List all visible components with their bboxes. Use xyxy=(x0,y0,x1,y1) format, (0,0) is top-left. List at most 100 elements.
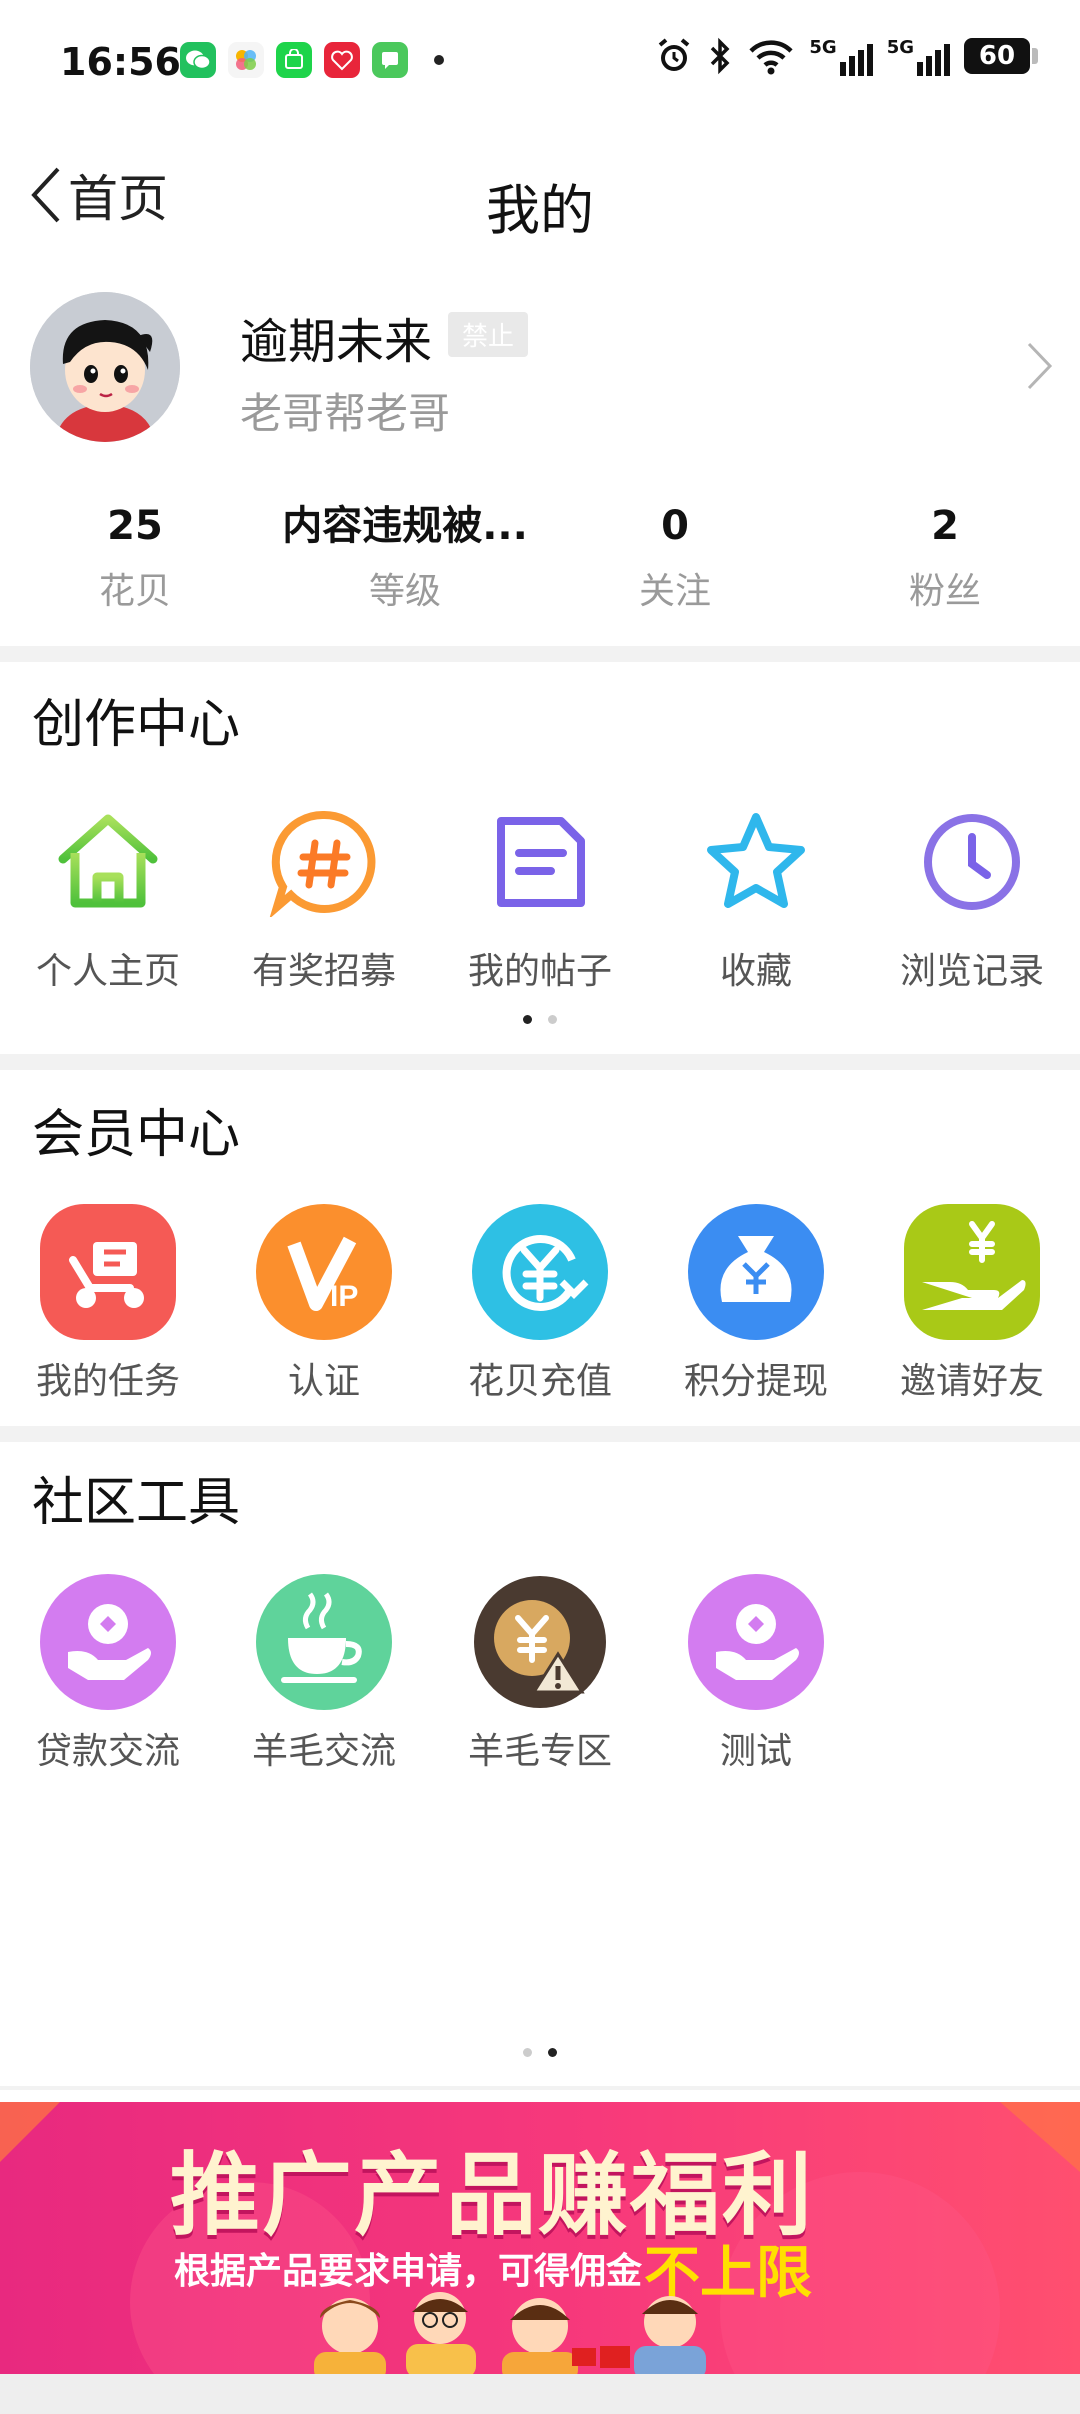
section-title-member: 会员中心 xyxy=(32,1105,241,1165)
stat-value: 25 xyxy=(107,503,163,549)
grid-item-label: 测试 xyxy=(719,1731,792,1772)
grid-item-recharge[interactable]: 花贝充值 xyxy=(432,1202,648,1404)
status-time: 16:56 xyxy=(60,40,181,84)
heart-app-icon xyxy=(324,42,360,78)
yuan-recharge-icon xyxy=(470,1202,610,1342)
yuan-warning-icon xyxy=(470,1572,610,1712)
grid-item-test[interactable]: 测试 xyxy=(648,1572,864,1774)
grid-item-label: 我的帖子 xyxy=(467,951,612,992)
grid-item-label: 浏览记录 xyxy=(899,951,1044,992)
signal-1-icon: 5G xyxy=(809,36,873,76)
wechat-icon xyxy=(180,42,216,78)
section-divider xyxy=(0,646,1080,662)
grid-item-my-posts[interactable]: 我的帖子 xyxy=(432,792,648,994)
grid-item-label: 羊毛专区 xyxy=(467,1731,612,1772)
section-title-community: 社区工具 xyxy=(32,1473,241,1533)
stat-label: 等级 xyxy=(368,571,441,612)
stat-label: 关注 xyxy=(638,571,711,612)
wifi-icon xyxy=(749,40,793,75)
user-signature: 老哥帮老哥 xyxy=(240,389,451,438)
system-indicators: 5G 5G 60 xyxy=(655,36,1038,76)
stat-level[interactable]: 内容违规被... 等级 xyxy=(270,498,540,628)
stat-label: 粉丝 xyxy=(908,571,981,612)
home-icon xyxy=(38,792,178,932)
nav-bar: 首页 我的 xyxy=(0,130,1080,260)
stat-fans[interactable]: 2 粉丝 xyxy=(810,498,1080,628)
coffee-cup-icon xyxy=(254,1572,394,1712)
pager-dot-active xyxy=(523,1015,532,1024)
stat-value: 2 xyxy=(931,503,959,549)
bluetooth-icon xyxy=(711,37,730,75)
hand-yuan-icon xyxy=(902,1202,1042,1342)
notification-icons xyxy=(180,42,444,78)
grid-item-label: 收藏 xyxy=(719,951,792,992)
document-icon xyxy=(470,792,610,932)
clock-icon xyxy=(902,792,1042,932)
grid-item-label: 贷款交流 xyxy=(35,1731,180,1772)
grid-item-loan-exchange[interactable]: 贷款交流 xyxy=(0,1572,216,1774)
network-type-1: 5G xyxy=(809,36,837,58)
network-type-2: 5G xyxy=(886,36,914,58)
status-bar: 16:56 5G 5G 60 xyxy=(0,0,1080,126)
grid-item-label: 花贝充值 xyxy=(467,1361,612,1402)
grid-item-invite[interactable]: 邀请好友 xyxy=(864,1202,1080,1404)
stat-label: 花贝 xyxy=(98,571,171,612)
stat-value: 0 xyxy=(661,503,689,549)
pager-dot-active xyxy=(548,2048,557,2057)
banner-subtitle: 根据产品要求申请，可得佣金 xyxy=(174,2251,643,2292)
loan-hand-icon xyxy=(38,1572,178,1712)
message-app-icon xyxy=(372,42,408,78)
grid-item-my-tasks[interactable]: 我的任务 xyxy=(0,1202,216,1404)
status-badge: 禁止 xyxy=(448,312,529,357)
profile-header[interactable]: 逾期未来 禁止 老哥帮老哥 xyxy=(0,280,1080,450)
grid-item-label: 邀请好友 xyxy=(899,1361,1044,1402)
grid-item-label: 我的任务 xyxy=(35,1361,180,1402)
shopping-app-icon xyxy=(276,42,312,78)
grid-item-wool-exchange[interactable]: 羊毛交流 xyxy=(216,1572,432,1774)
svg-text:IP: IP xyxy=(330,1280,358,1313)
grid-item-favorites[interactable]: 收藏 xyxy=(648,792,864,994)
grid-item-label: 羊毛交流 xyxy=(251,1731,396,1772)
grid-item-withdraw[interactable]: 积分提现 xyxy=(648,1202,864,1404)
avatar[interactable] xyxy=(30,292,180,442)
promo-banner[interactable]: 推广产品赚福利 根据产品要求申请，可得佣金 不上限 xyxy=(0,2102,1080,2374)
member-center-grid: 我的任务 IP 认证 花贝充值 积分提现 邀请好友 xyxy=(0,1202,1080,1404)
grid-item-homepage[interactable]: 个人主页 xyxy=(0,792,216,994)
creation-center-grid: 个人主页 有奖招募 我的帖子 收藏 浏览记录 xyxy=(0,792,1080,994)
bottom-safe-area xyxy=(0,2374,1080,2414)
grid-item-wool-zone[interactable]: 羊毛专区 xyxy=(432,1572,648,1774)
grid-item-verification[interactable]: IP 认证 xyxy=(216,1202,432,1404)
stat-value: 内容违规被... xyxy=(282,503,528,549)
section-divider xyxy=(0,1054,1080,1070)
grid-item-label: 认证 xyxy=(287,1361,360,1402)
signal-2-icon: 5G xyxy=(887,37,950,76)
chevron-right-icon xyxy=(1027,342,1053,390)
username: 逾期未来 xyxy=(240,314,433,370)
grid-item-label: 积分提现 xyxy=(683,1361,828,1402)
grid-item-recruitment[interactable]: 有奖招募 xyxy=(216,792,432,994)
community-tools-grid: 贷款交流 羊毛交流 羊毛专区 测试 xyxy=(0,1572,1080,1774)
task-scooter-icon xyxy=(38,1202,178,1342)
pager-dot xyxy=(548,1015,557,1024)
alarm-icon xyxy=(659,38,690,71)
grid-item-history[interactable]: 浏览记录 xyxy=(864,792,1080,994)
vip-icon: IP xyxy=(254,1202,394,1342)
creation-pager-dots xyxy=(0,1015,1080,1024)
section-title-creation: 创作中心 xyxy=(32,695,241,755)
tools-pager-dots xyxy=(0,2048,1080,2057)
star-icon xyxy=(686,792,826,932)
people-illustration xyxy=(314,2292,706,2374)
section-divider xyxy=(0,1426,1080,1442)
loan-hand-icon xyxy=(686,1572,826,1712)
grid-item-label: 有奖招募 xyxy=(251,951,396,992)
photos-app-icon xyxy=(228,42,264,78)
profile-stats: 25 花贝 内容违规被... 等级 0 关注 2 粉丝 xyxy=(0,498,1080,628)
stat-following[interactable]: 0 关注 xyxy=(540,498,810,628)
grid-item-label: 个人主页 xyxy=(35,951,180,992)
hashtag-icon xyxy=(254,792,394,932)
battery-indicator: 60 xyxy=(964,38,1038,74)
pager-dot xyxy=(523,2048,532,2057)
more-notifications-dot xyxy=(434,55,444,65)
stat-huabei[interactable]: 25 花贝 xyxy=(0,498,270,628)
money-bag-icon xyxy=(686,1202,826,1342)
